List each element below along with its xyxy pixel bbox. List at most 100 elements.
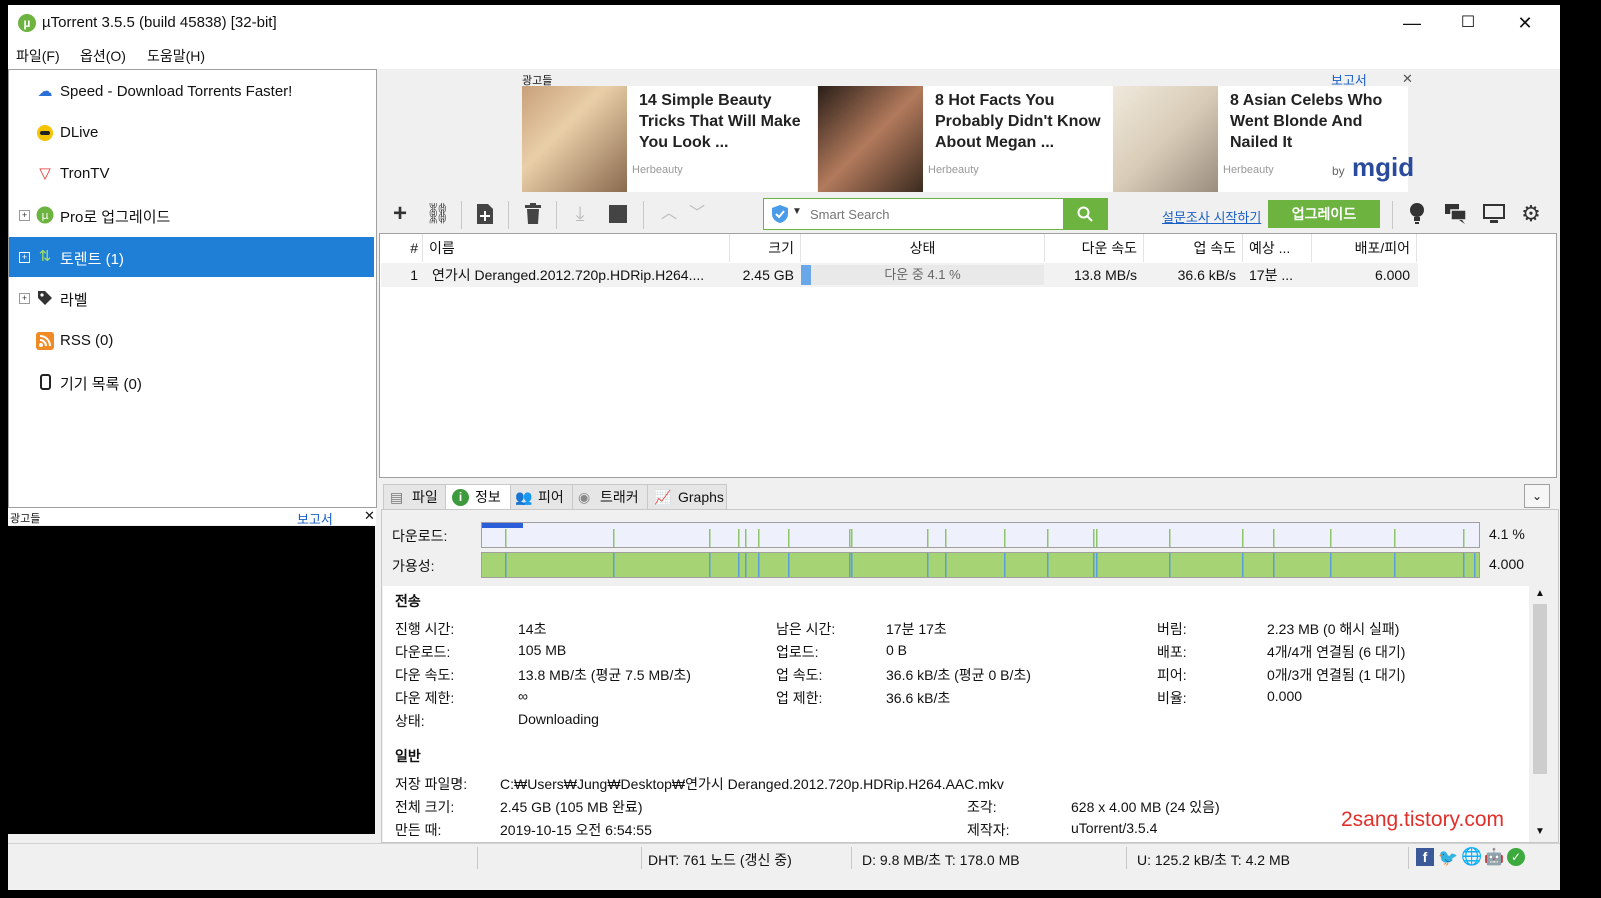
tab-peers[interactable]: 👥 피어 <box>510 484 574 511</box>
chevron-down-icon[interactable]: ▼ <box>792 206 802 217</box>
menu-file[interactable]: 파일(F) <box>16 46 60 66</box>
info-details: 전송 진행 시간: 14초 다운로드: 105 MB 다운 속도: 13.8 M… <box>383 586 1529 842</box>
sidebar-item-label: 토렌트 (1) <box>60 251 124 268</box>
dht-status: DHT: 761 노드 (갱신 중) <box>648 852 792 868</box>
total-size-label: 전체 크기: <box>395 799 455 815</box>
downloaded-label: 다운로드: <box>395 644 451 660</box>
ad-image <box>522 86 627 192</box>
sidebar-item-label: RSS (0) <box>60 332 114 349</box>
minimize-button[interactable]: — <box>1383 5 1441 41</box>
piece-mark <box>1273 529 1275 547</box>
remote-icon[interactable] <box>1481 201 1507 227</box>
expand-icon[interactable]: + <box>19 252 30 263</box>
sidebar-item-pro[interactable]: + µ Pro로 업그레이드 <box>9 195 374 235</box>
maximize-button[interactable]: ☐ <box>1439 5 1497 41</box>
downloaded-value: 105 MB <box>518 642 567 658</box>
status-bar: DHT: 761 노드 (갱신 중) D: 9.8 MB/초 T: 178.0 … <box>8 843 1560 872</box>
column-up-speed[interactable]: 업 속도 <box>1144 234 1243 262</box>
piece-mark <box>945 529 947 547</box>
android-icon[interactable]: 🤖 <box>1484 847 1504 867</box>
sidebar-item-label: 라벨 <box>60 292 88 309</box>
add-torrent-icon[interactable]: + <box>387 201 413 227</box>
sidebar-item-labels[interactable]: + 라벨 <box>9 278 374 318</box>
scroll-up-icon[interactable]: ▲ <box>1535 588 1545 599</box>
column-status[interactable]: 상태 <box>801 234 1045 262</box>
piece-mark <box>851 529 853 547</box>
globe-icon[interactable]: 🌐 <box>1461 847 1482 867</box>
column-size[interactable]: 크기 <box>730 234 801 262</box>
piece-mark <box>505 529 507 547</box>
survey-link[interactable]: 설문조사 시작하기 <box>1162 207 1261 226</box>
delete-icon[interactable] <box>520 201 546 227</box>
search-button[interactable] <box>1063 199 1107 229</box>
scroll-thumb[interactable] <box>1533 604 1547 774</box>
tab-trackers[interactable]: ◉ 트래커 <box>572 484 649 511</box>
column-down-speed[interactable]: 다운 속도 <box>1045 234 1144 262</box>
collapse-panel-button[interactable]: ⌄ <box>1524 484 1550 508</box>
piece-mark <box>788 529 790 547</box>
piece-mark <box>738 529 740 547</box>
expand-icon[interactable]: + <box>19 210 30 221</box>
ad-content[interactable] <box>8 526 375 834</box>
column-number[interactable]: # <box>380 234 423 262</box>
tab-label: Graphs <box>678 489 724 505</box>
ad-headline: 8 Hot Facts You Probably Didn't Know Abo… <box>935 92 1101 151</box>
move-up-icon[interactable]: ︿ <box>656 201 682 227</box>
close-button[interactable]: ✕ <box>1496 5 1554 41</box>
peers-value: 0개/3개 연결됨 (1 대기) <box>1267 667 1406 683</box>
create-torrent-icon[interactable] <box>472 201 498 227</box>
piece-mark <box>745 529 747 547</box>
tab-graphs[interactable]: 📈 Graphs <box>647 484 727 511</box>
shield-icon <box>772 205 788 226</box>
availability-mark <box>1004 553 1006 577</box>
rss-icon <box>36 332 54 350</box>
sidebar-item-dlive[interactable]: DLive <box>9 113 374 153</box>
ad-close-icon[interactable]: ✕ <box>1402 71 1413 87</box>
availability-bar-label: 가용성: <box>392 558 435 574</box>
add-link-icon[interactable]: ⛓ <box>425 201 451 227</box>
sidebar-item-devices[interactable]: 기기 목록 (0) <box>9 362 374 402</box>
smart-search[interactable]: ▼ <box>763 198 1108 230</box>
column-ratio[interactable]: 배포/피어 <box>1312 234 1417 262</box>
availability-mark <box>1273 553 1275 577</box>
ad-header: 광고들 보고서 ✕ <box>8 508 376 527</box>
column-name[interactable]: 이름 <box>423 234 730 262</box>
menu-options[interactable]: 옵션(O) <box>80 46 126 66</box>
availability-mark <box>1242 553 1244 577</box>
sidebar-item-label: Speed - Download Torrents Faster! <box>60 83 293 100</box>
facebook-icon[interactable]: f <box>1416 848 1434 866</box>
lightbulb-icon[interactable] <box>1404 201 1430 227</box>
tab-info[interactable]: i 정보 <box>445 484 512 511</box>
chat-icon[interactable] <box>1443 201 1469 227</box>
mgid-logo: mgid <box>1352 152 1415 182</box>
sidebar-item-trontv[interactable]: ▽ TronTV <box>9 154 374 194</box>
twitter-icon[interactable]: 🐦 <box>1438 848 1458 868</box>
menu-help[interactable]: 도움말(H) <box>147 46 205 66</box>
column-eta[interactable]: 예상 ... <box>1243 234 1312 262</box>
ad-brand-prefix: by <box>1332 164 1345 178</box>
search-input[interactable] <box>808 203 1062 225</box>
availability-mark <box>927 553 929 577</box>
stop-icon[interactable] <box>605 201 631 227</box>
sidebar-item-rss[interactable]: RSS (0) <box>9 321 374 361</box>
info-scrollbar[interactable]: ▲ ▼ <box>1530 586 1550 842</box>
piece-mark <box>709 529 711 547</box>
availability-mark <box>1047 553 1049 577</box>
scroll-down-icon[interactable]: ▼ <box>1535 826 1545 837</box>
download-icon[interactable]: ⤓ <box>567 201 593 227</box>
gear-icon[interactable]: ⚙ <box>1518 201 1544 227</box>
upgrade-button[interactable]: 업그레이드 <box>1268 200 1380 228</box>
utorrent-logo-icon: µ <box>18 14 36 32</box>
ad-card[interactable]: 8 Hot Facts You Probably Didn't Know Abo… <box>818 86 1113 192</box>
up-speed-value: 36.6 kB/초 (평균 0 B/초) <box>886 667 1031 683</box>
sidebar-item-torrents[interactable]: + ⇅ 토렌트 (1) <box>9 237 374 277</box>
move-down-icon[interactable]: ﹀ <box>684 201 710 227</box>
ad-card[interactable]: 14 Simple Beauty Tricks That Will Make Y… <box>522 86 817 192</box>
ad-card[interactable]: 8 Asian Celebs Who Went Blonde And Naile… <box>1113 86 1414 192</box>
save-as-label: 저장 파일명: <box>395 776 468 792</box>
sidebar-item-speed[interactable]: ☁ Speed - Download Torrents Faster! <box>9 72 374 112</box>
network-ok-icon[interactable]: ✓ <box>1507 848 1525 866</box>
expand-icon[interactable]: + <box>19 293 30 304</box>
tab-files[interactable]: ▤ 파일 <box>383 484 447 511</box>
ad-close-icon[interactable]: ✕ <box>364 508 375 524</box>
